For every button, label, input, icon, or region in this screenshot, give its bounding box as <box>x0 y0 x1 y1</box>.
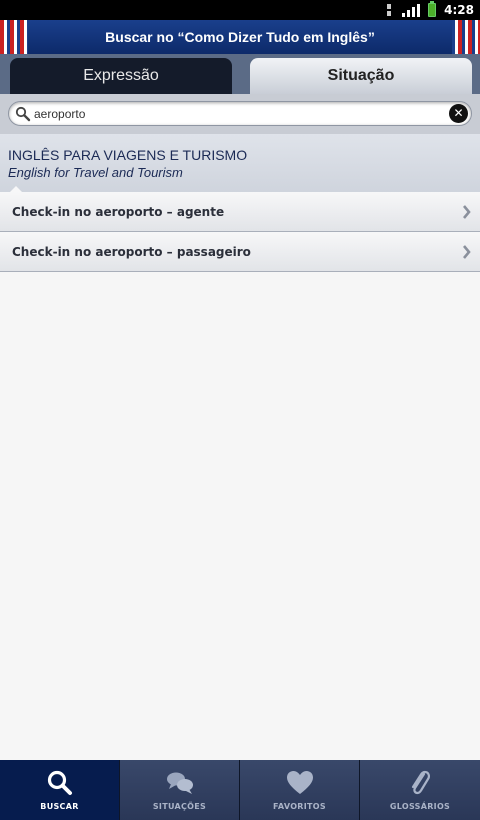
search-input[interactable] <box>34 105 434 123</box>
flag-stripes-icon <box>0 20 28 54</box>
chevron-right-icon <box>463 245 471 259</box>
nav-label: SITUAÇÕES <box>152 802 207 811</box>
clock: 4:28 <box>444 3 474 17</box>
results-list: Check-in no aeroporto – agente Check-in … <box>0 186 480 272</box>
chevron-right-icon <box>463 205 471 219</box>
section-title: INGLÊS PARA VIAGENS E TURISMO <box>8 147 248 163</box>
bottom-nav: BUSCAR SITUAÇÕES FAVORITOS GLOSSÁRIOS <box>0 760 480 820</box>
nav-situacoes[interactable]: SITUAÇÕES <box>120 760 240 820</box>
flag-stripes-icon <box>452 20 480 54</box>
tab-expressao[interactable]: Expressão <box>10 58 232 94</box>
paperclip-icon <box>411 770 430 795</box>
nav-buscar[interactable]: BUSCAR <box>0 760 120 820</box>
tab-bar: Expressão Situação <box>0 54 480 94</box>
nav-favoritos[interactable]: FAVORITOS <box>240 760 360 820</box>
nav-label: GLOSSÁRIOS <box>389 802 451 811</box>
list-item[interactable]: Check-in no aeroporto – agente <box>0 186 480 232</box>
search-icon <box>47 770 72 795</box>
list-item[interactable]: Check-in no aeroporto – passageiro <box>0 232 480 272</box>
data-activity-icon <box>384 3 394 17</box>
clear-search-icon[interactable]: ✕ <box>449 104 468 123</box>
nav-label: BUSCAR <box>40 802 79 811</box>
signal-strength-icon <box>402 3 421 17</box>
speech-bubbles-icon <box>166 772 193 794</box>
status-icons: 4:28 <box>384 1 474 18</box>
section-subtitle: English for Travel and Tourism <box>8 165 183 180</box>
battery-icon <box>428 1 437 17</box>
search-icon <box>15 106 31 122</box>
section-header: INGLÊS PARA VIAGENS E TURISMO English fo… <box>0 134 480 192</box>
list-item-label: Check-in no aeroporto – agente <box>12 205 225 219</box>
search-box[interactable]: ✕ <box>8 101 472 126</box>
tab-situacao[interactable]: Situação <box>250 58 472 94</box>
title-bar: Buscar no “Como Dizer Tudo em Inglês” <box>0 20 480 54</box>
page-title: Buscar no “Como Dizer Tudo em Inglês” <box>105 29 375 45</box>
search-area: ✕ <box>0 94 480 134</box>
status-bar: 4:28 <box>0 0 480 20</box>
heart-icon <box>286 771 313 794</box>
list-item-label: Check-in no aeroporto – passageiro <box>12 245 251 259</box>
nav-label: FAVORITOS <box>273 802 326 811</box>
nav-glossarios[interactable]: GLOSSÁRIOS <box>360 760 480 820</box>
